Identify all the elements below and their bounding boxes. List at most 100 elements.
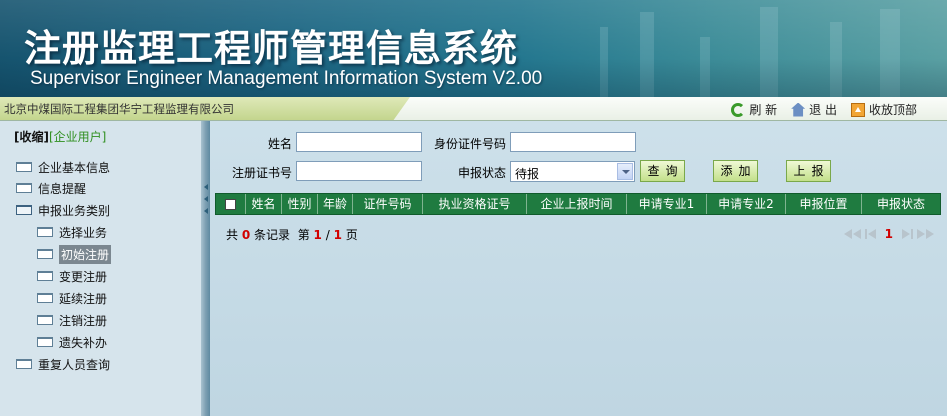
last-page-icon [926,229,934,239]
sidebar-item-label: 延续注册 [59,291,108,306]
sidebar-item-label: 变更注册 [59,269,108,284]
user-type-label: [企业用户] [48,130,107,144]
first-page-icon [852,229,861,239]
cert-number-input[interactable] [296,161,422,181]
total-pages: 1 [333,228,342,242]
sidebar-item-duplicate-query[interactable]: 重复人员查询 [16,354,110,374]
column-header[interactable]: 企业上报时间 [527,194,627,214]
page-suffix: 页 [345,228,358,242]
summary-records-text: 条记录 [254,228,291,242]
main-panel: 姓名 身份证件号码 注册证书号 申报状态 待报 查询 添加 上报 姓名 性别 年… [210,121,947,416]
page-icon [37,293,53,303]
sidebar-header: [收缩][企业用户] [14,128,106,145]
first-page-icon [843,229,852,239]
next-page-icon [902,229,910,239]
page-icon [37,337,53,347]
toggle-header-link[interactable]: 收放顶部 [850,101,917,118]
sidebar-item-label: 选择业务 [59,225,108,240]
page-icon [16,359,32,369]
column-header[interactable]: 申请专业1 [627,194,707,214]
sidebar-item-select-business[interactable]: 选择业务 [37,222,107,242]
sidebar: [收缩][企业用户] 企业基本信息 信息提醒 申报业务类别 选择业务 初始注册 … [0,121,201,416]
current-page: 1 [313,228,322,242]
refresh-link[interactable]: 刷 新 [731,101,777,118]
sidebar-item-lost-reissue[interactable]: 遗失补办 [37,332,107,352]
column-header[interactable]: 证件号码 [353,194,423,214]
sidebar-item-business-categories[interactable]: 申报业务类别 [16,200,110,220]
toggle-header-label: 收放顶部 [868,103,917,117]
page-separator: / [325,228,330,242]
sidebar-item-label: 初始注册 [59,244,112,264]
app-title: 注册监理工程师管理信息系统 [24,27,518,70]
prev-page-icon [867,229,876,239]
column-header[interactable]: 申报状态 [862,194,940,214]
logout-link[interactable]: 退 出 [791,101,837,118]
page-icon [16,183,32,193]
column-header[interactable]: 姓名 [246,194,282,214]
page-icon [37,249,53,259]
next-page-icon [911,229,913,239]
sidebar-item-cancel-registration[interactable]: 注销注册 [37,310,107,330]
sidebar-item-label: 重复人员查询 [38,357,111,372]
app-subtitle: Supervisor Engineer Management Informati… [30,68,543,89]
prev-page-button[interactable] [864,229,876,239]
last-page-icon [917,229,925,239]
page-prefix: 第 [297,228,310,242]
cert-number-label: 注册证书号 [231,166,292,180]
column-header[interactable]: 性别 [282,194,318,214]
column-header[interactable]: 申请专业2 [707,194,786,214]
first-page-button[interactable] [843,229,861,239]
sidebar-item-label: 企业基本信息 [38,160,111,175]
next-page-button[interactable] [902,229,913,239]
page-icon [37,271,53,281]
select-all-cell [216,194,246,214]
top-bar: 北京中煤国际工程集团华宁工程监理有限公司 刷 新 退 出 收放顶部 [0,97,947,121]
name-input[interactable] [296,132,422,152]
folder-open-icon [16,205,32,215]
select-all-checkbox[interactable] [225,198,236,210]
sidebar-item-change-registration[interactable]: 变更注册 [37,266,107,286]
top-links: 刷 新 退 出 收放顶部 [731,101,917,118]
sidebar-item-renewal-registration[interactable]: 延续注册 [37,288,107,308]
prev-page-icon [864,229,867,239]
column-header[interactable]: 申报位置 [786,194,862,214]
chevron-left-icon [204,208,208,214]
status-label: 申报状态 [457,166,506,180]
status-select[interactable]: 待报 [510,161,635,182]
summary-prefix: 共 [226,228,239,242]
column-header[interactable]: 年龄 [318,194,353,214]
collapse-sidebar-link[interactable]: [收缩] [14,130,49,144]
id-number-input[interactable] [510,132,636,152]
column-header[interactable]: 执业资格证号 [423,194,527,214]
collapse-top-icon [850,102,865,117]
grid-header: 姓名 性别 年龄 证件号码 执业资格证号 企业上报时间 申请专业1 申请专业2 … [215,193,941,215]
chevron-left-icon [204,196,208,202]
company-name: 北京中煤国际工程集团华宁工程监理有限公司 [4,102,234,116]
pager-current-page: 1 [884,227,893,241]
total-records: 0 [241,228,251,242]
record-summary: 共 0 条记录 第 1 / 1 页 [226,226,358,243]
app-header: 注册监理工程师管理信息系统 Supervisor Engineer Manage… [0,0,947,97]
chevron-down-icon[interactable] [617,163,633,180]
add-button[interactable]: 添加 [713,160,758,182]
sidebar-item-notifications[interactable]: 信息提醒 [16,178,86,198]
pager: 1 [843,227,934,241]
query-button[interactable]: 查询 [640,160,685,182]
page-icon [37,315,53,325]
sidebar-item-label: 信息提醒 [38,181,87,196]
sidebar-item-label: 申报业务类别 [38,203,111,218]
chevron-left-icon [204,184,208,190]
refresh-label: 刷 新 [749,103,778,117]
sidebar-splitter[interactable] [201,121,210,416]
submit-button[interactable]: 上报 [786,160,831,182]
sidebar-item-initial-registration[interactable]: 初始注册 [37,244,112,264]
page-icon [16,162,32,172]
last-page-button[interactable] [917,229,934,239]
sidebar-item-label: 注销注册 [59,313,108,328]
logout-label: 退 出 [809,103,837,117]
home-icon [791,102,806,117]
company-banner: 北京中煤国际工程集团华宁工程监理有限公司 [0,97,410,120]
refresh-icon [731,102,746,117]
sidebar-item-label: 遗失补办 [59,335,108,350]
sidebar-item-company-info[interactable]: 企业基本信息 [16,157,110,177]
